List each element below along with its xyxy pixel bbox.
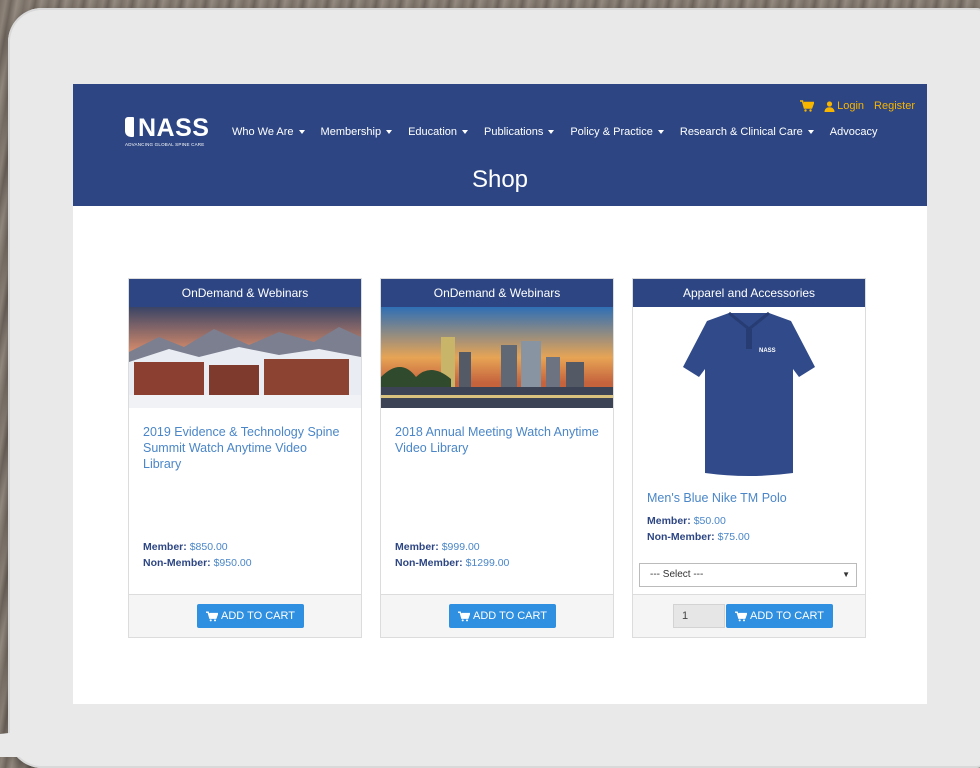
nav-policy-practice[interactable]: Policy & Practice [570, 126, 664, 138]
spine-logo-icon [125, 117, 134, 137]
account-links: Login Register [800, 100, 915, 112]
select-value: --- Select --- [650, 569, 704, 580]
member-price: $850.00 [189, 541, 228, 553]
add-to-cart-label: ADD TO CART [750, 610, 824, 622]
cart-icon [458, 611, 470, 621]
size-select[interactable]: --- Select --- ▼ [639, 563, 857, 587]
logo-tagline: ADVANCING GLOBAL SPINE CARE [125, 142, 205, 147]
product-image[interactable] [381, 307, 613, 408]
add-to-cart-button[interactable]: ADD TO CART [726, 604, 833, 628]
caret-down-icon [548, 130, 555, 134]
member-label: Member: [143, 541, 187, 553]
card-category: Apparel and Accessories [633, 279, 865, 307]
nav-label: Publications [484, 126, 544, 138]
cart-icon[interactable] [800, 100, 815, 112]
product-card: Apparel and Accessories NASS Men's Blue … [632, 278, 866, 638]
card-category: OnDemand & Webinars [129, 279, 361, 307]
caret-down-icon [298, 130, 305, 134]
logo-wordmark: NASS [138, 114, 210, 142]
nonmember-label: Non-Member: [647, 531, 715, 543]
product-image[interactable] [129, 307, 361, 408]
nav-research-clinical-care[interactable]: Research & Clinical Care [680, 126, 814, 138]
nav-who-we-are[interactable]: Who We Are [232, 126, 305, 138]
caret-down-icon [657, 130, 664, 134]
nav-label: Education [408, 126, 458, 138]
member-price: $50.00 [693, 515, 726, 527]
tablet-bottom-bezel [0, 705, 980, 757]
member-price: $999.00 [441, 541, 480, 553]
nonmember-price: $950.00 [213, 557, 252, 569]
main-nav: Who We Are Membership Education Publicat… [232, 126, 877, 138]
price-block: Member: $850.00 Non-Member: $950.00 [143, 539, 252, 571]
nav-label: Who We Are [232, 126, 294, 138]
nav-advocacy[interactable]: Advocacy [830, 126, 878, 138]
caret-down-icon [807, 130, 814, 134]
nonmember-label: Non-Member: [143, 557, 211, 569]
cart-icon [735, 611, 747, 621]
quantity-input[interactable]: 1 [673, 604, 725, 628]
nav-label: Policy & Practice [570, 126, 653, 138]
login-link[interactable]: Login [824, 100, 864, 112]
nonmember-label: Non-Member: [395, 557, 463, 569]
cart-icon [206, 611, 218, 621]
price-block: Member: $999.00 Non-Member: $1299.00 [395, 539, 509, 571]
add-to-cart-button[interactable]: ADD TO CART [449, 604, 556, 628]
nav-education[interactable]: Education [408, 126, 469, 138]
product-title-link[interactable]: 2018 Annual Meeting Watch Anytime Video … [395, 424, 599, 456]
shirt-logo-text: NASS [759, 348, 776, 354]
add-to-cart-label: ADD TO CART [473, 610, 547, 622]
card-category: OnDemand & Webinars [381, 279, 613, 307]
card-footer: ADD TO CART [381, 594, 613, 637]
card-footer: 1 ADD TO CART [633, 594, 865, 637]
nav-label: Advocacy [829, 126, 878, 138]
dropdown-arrow-icon: ▼ [842, 570, 850, 579]
nav-publications[interactable]: Publications [484, 126, 555, 138]
site-header: NASS ADVANCING GLOBAL SPINE CARE Login R… [73, 84, 927, 206]
add-to-cart-label: ADD TO CART [221, 610, 295, 622]
member-label: Member: [647, 515, 691, 527]
caret-down-icon [462, 130, 469, 134]
page-title: Shop [471, 166, 529, 193]
add-to-cart-button[interactable]: ADD TO CART [197, 604, 304, 628]
nav-membership[interactable]: Membership [321, 126, 393, 138]
nav-label: Research & Clinical Care [679, 126, 803, 138]
member-label: Member: [395, 541, 439, 553]
user-icon [824, 100, 835, 112]
login-label: Login [837, 100, 865, 112]
product-title-link[interactable]: 2019 Evidence & Technology Spine Summit … [143, 424, 347, 472]
card-footer: ADD TO CART [129, 594, 361, 637]
nonmember-price: $75.00 [717, 531, 750, 543]
product-image[interactable]: NASS [633, 307, 865, 482]
nav-label: Membership [320, 126, 382, 138]
nass-logo[interactable]: NASS ADVANCING GLOBAL SPINE CARE [125, 114, 210, 147]
caret-down-icon [386, 130, 393, 134]
register-link[interactable]: Register [874, 100, 915, 112]
product-title-link[interactable]: Men's Blue Nike TM Polo [647, 490, 851, 506]
nonmember-price: $1299.00 [465, 557, 510, 569]
browser-screen: NASS ADVANCING GLOBAL SPINE CARE Login R… [73, 84, 927, 704]
price-block: Member: $50.00 Non-Member: $75.00 [647, 513, 750, 545]
product-card: OnDemand & Webinars 2019 Evidence & Tech… [128, 278, 362, 638]
product-card: OnDemand & Webinars 2018 Annual Meeting … [380, 278, 614, 638]
